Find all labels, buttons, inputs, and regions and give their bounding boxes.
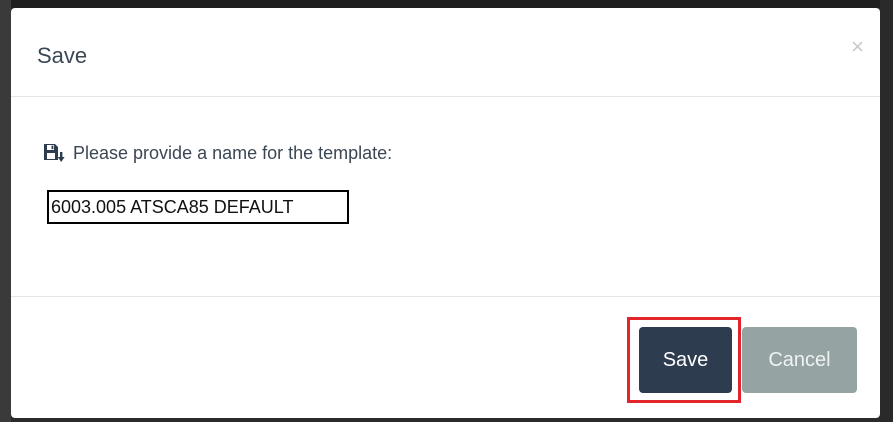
prompt-row: Please provide a name for the template: xyxy=(43,141,392,165)
backdrop xyxy=(0,0,893,8)
prompt-text: Please provide a name for the template: xyxy=(73,142,393,163)
template-name-input[interactable] xyxy=(47,190,349,224)
save-template-dialog: Save × Please provide a name for the tem… xyxy=(11,8,880,418)
floppy-disk-download-icon xyxy=(43,143,65,163)
cancel-button[interactable]: Cancel xyxy=(742,327,857,393)
dialog-footer: Save Cancel xyxy=(11,296,880,418)
backdrop xyxy=(880,0,893,422)
dialog-body: Please provide a name for the template: xyxy=(11,97,880,296)
dialog-title: Save xyxy=(37,43,88,68)
save-button[interactable]: Save xyxy=(639,327,732,393)
backdrop xyxy=(0,0,11,422)
close-icon[interactable]: × xyxy=(851,36,864,58)
dialog-header: Save × xyxy=(11,8,880,97)
